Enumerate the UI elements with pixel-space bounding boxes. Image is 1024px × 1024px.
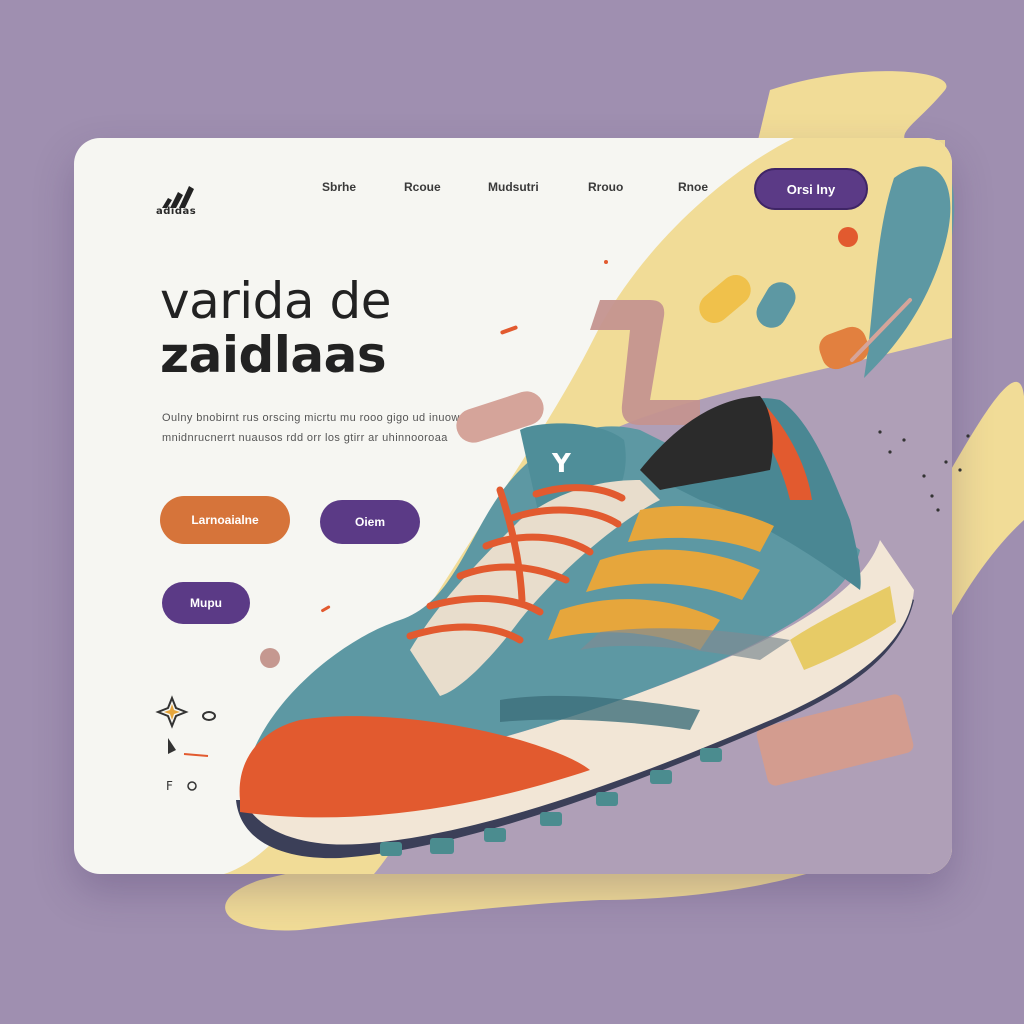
- svg-text:Y: Y: [551, 449, 572, 479]
- hero-sneaker-illustration: Y: [236, 227, 970, 859]
